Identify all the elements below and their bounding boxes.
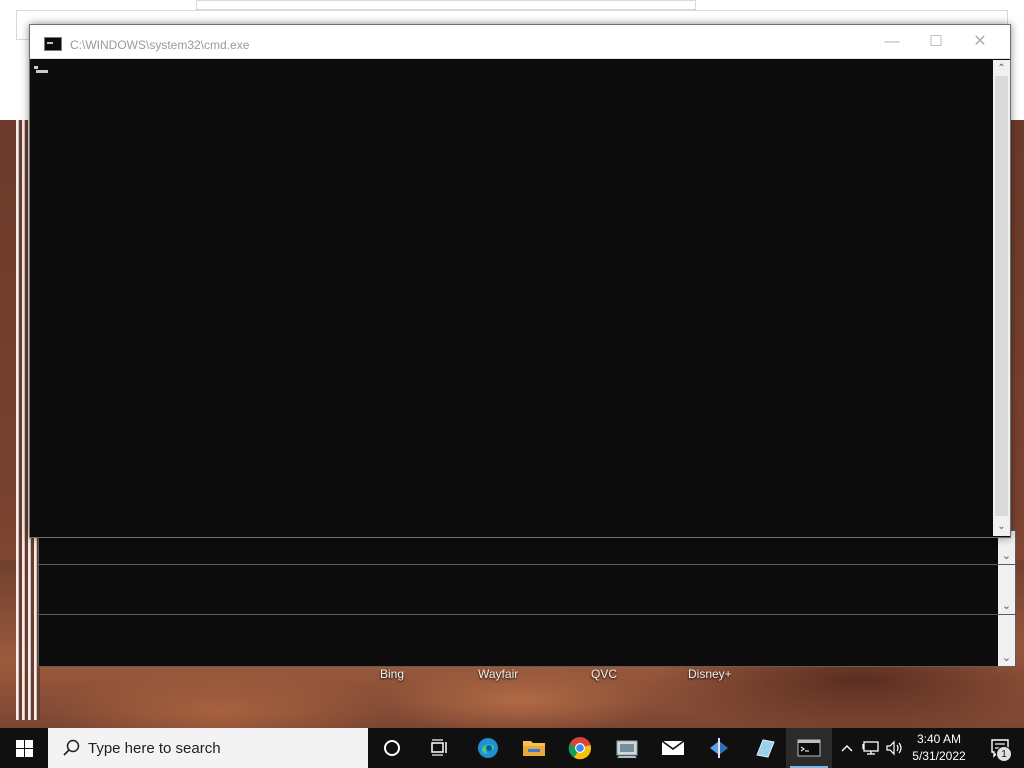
action-center-button[interactable]: 1 <box>978 728 1024 768</box>
clock-date: 5/31/2022 <box>912 749 966 763</box>
desktop-shortcut-bing[interactable]: Bing <box>380 667 404 681</box>
network-icon <box>862 741 879 755</box>
background-window <box>196 0 696 10</box>
app-icon <box>616 740 638 758</box>
vertical-scrollbar[interactable]: ⌄ <box>998 563 1015 614</box>
app-icon <box>710 738 728 758</box>
edge-icon <box>478 738 498 758</box>
notification-count-badge: 1 <box>996 746 1012 762</box>
desktop-shortcut-labels: Bing Wayfair QVC Disney+ <box>0 667 1024 683</box>
volume-button[interactable] <box>884 728 906 768</box>
clock-time: 3:40 AM <box>916 732 962 746</box>
title-bar[interactable]: C:\WINDOWS\system32\cmd.exe — ☐ ✕ <box>30 25 1010 59</box>
scroll-thumb[interactable] <box>995 76 1008 516</box>
show-hidden-icons-button[interactable] <box>836 728 858 768</box>
cmd-icon <box>797 739 821 757</box>
taskbar-app-chrome[interactable] <box>557 728 603 768</box>
taskbar-app-mail[interactable] <box>650 728 696 768</box>
folder-icon <box>523 741 545 756</box>
taskbar: Type here to search 3:40 AM 5/31/2022 1 <box>0 728 1024 768</box>
cortana-circle-icon <box>384 740 400 756</box>
taskbar-app-edge[interactable] <box>465 728 511 768</box>
desktop-shortcut-wayfair[interactable]: Wayfair <box>478 667 518 681</box>
console-output[interactable] <box>34 60 992 536</box>
scroll-up-icon[interactable]: ⌃ <box>993 62 1010 76</box>
network-button[interactable] <box>858 728 884 768</box>
maximize-button[interactable]: ☐ <box>914 29 958 55</box>
mail-icon <box>661 740 685 755</box>
speaker-icon <box>886 740 902 756</box>
scroll-down-icon[interactable]: ⌄ <box>998 550 1015 562</box>
text-cursor <box>34 66 48 73</box>
window-title: C:\WINDOWS\system32\cmd.exe <box>70 38 250 52</box>
cmd-icon <box>44 37 62 51</box>
taskbar-app-file-explorer[interactable] <box>511 728 557 768</box>
taskbar-clock[interactable]: 3:40 AM 5/31/2022 <box>906 731 972 765</box>
close-button[interactable]: ✕ <box>958 29 1002 55</box>
cortana-button[interactable] <box>369 728 415 768</box>
search-placeholder: Type here to search <box>88 740 221 757</box>
chevron-up-icon <box>841 745 853 752</box>
scroll-down-icon[interactable]: ⌄ <box>998 600 1015 612</box>
scroll-down-icon[interactable]: ⌄ <box>993 520 1010 534</box>
search-icon <box>63 739 80 756</box>
start-button[interactable] <box>0 728 48 768</box>
task-view-icon <box>431 739 447 756</box>
taskbar-app-cmd[interactable] <box>786 728 832 768</box>
taskbar-app[interactable] <box>696 728 742 768</box>
background-console-pane[interactable]: ⌄ <box>38 612 1016 667</box>
taskbar-app[interactable] <box>604 728 650 768</box>
taskbar-search-box[interactable]: Type here to search <box>48 728 368 768</box>
app-icon <box>756 739 775 758</box>
vertical-scrollbar[interactable]: ⌄ <box>998 613 1015 666</box>
chrome-icon <box>568 737 592 760</box>
desktop-shortcut-disney[interactable]: Disney+ <box>688 667 732 681</box>
task-view-button[interactable] <box>417 728 463 768</box>
background-console-pane[interactable]: ⌄ <box>38 562 1016 615</box>
scroll-down-icon[interactable]: ⌄ <box>998 652 1015 664</box>
vertical-scrollbar[interactable]: ⌃ ⌄ <box>993 60 1010 536</box>
taskbar-app[interactable] <box>742 728 788 768</box>
desktop-shortcut-qvc[interactable]: QVC <box>591 667 617 681</box>
minimize-button[interactable]: — <box>870 29 914 55</box>
cmd-window[interactable]: C:\WINDOWS\system32\cmd.exe — ☐ ✕ ⌃ ⌄ <box>29 24 1011 538</box>
